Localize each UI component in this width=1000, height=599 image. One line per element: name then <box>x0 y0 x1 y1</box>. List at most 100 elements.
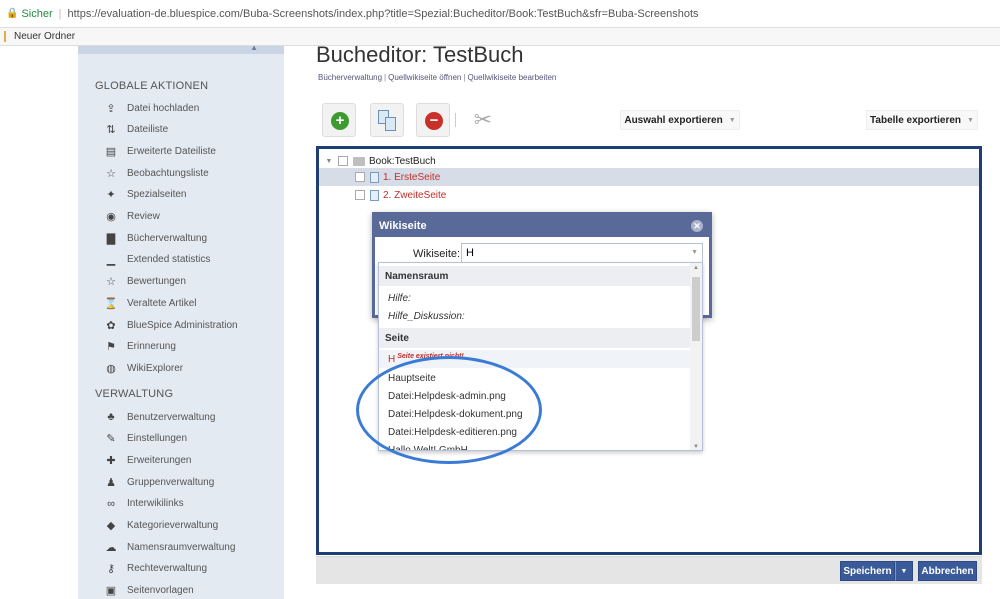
dialog-header: Wikiseite ✕ <box>375 215 709 237</box>
sidebar-item[interactable]: ☆ Beobachtungsliste <box>104 163 209 183</box>
cancel-button[interactable]: Abbrechen <box>918 561 977 581</box>
highlight-annotation <box>356 356 542 464</box>
export-selection-button[interactable]: Auswahl exportieren ▼ <box>620 110 740 130</box>
sidebar-item[interactable]: ⚷ Rechteverwaltung <box>104 559 207 579</box>
add-button[interactable]: + <box>322 103 356 137</box>
sidebar-item-label: Review <box>127 211 160 222</box>
gear-icon: ✿ <box>106 319 116 332</box>
tree-label-book: Book:TestBuch <box>369 155 436 167</box>
tree-row-chapter[interactable]: 1. ErsteSeite <box>319 168 979 186</box>
scroll-down-icon[interactable]: ▼ <box>693 444 699 450</box>
remove-button[interactable]: − <box>416 103 450 137</box>
list-icon: ▤ <box>105 145 117 158</box>
link-icon: ∞ <box>107 497 115 510</box>
dialog-title: Wikiseite <box>379 220 427 232</box>
sidebar-item[interactable]: ▤ Erweiterte Dateiliste <box>104 141 216 161</box>
sidebar-item[interactable]: ⚑ Erinnerung <box>104 337 176 357</box>
sidebar-item[interactable]: ⌛ Veraltete Artikel <box>104 293 196 313</box>
expand-icon[interactable]: ▼ <box>323 158 335 165</box>
sidebar-item-label: Benutzerverwaltung <box>127 411 216 423</box>
sidebar-item-label: WikiExplorer <box>127 362 184 374</box>
folder-icon <box>4 31 6 42</box>
sidebar-item[interactable]: ▣ Seitenvorlagen <box>104 581 194 599</box>
dropdown-item-namespace[interactable]: Hilfe: <box>379 289 692 307</box>
sidebar-item[interactable]: ◍ WikiExplorer <box>104 358 183 378</box>
sidebar-item[interactable]: ◉ Review <box>104 207 160 227</box>
flag-icon: ⚑ <box>106 341 116 354</box>
sidebar-item[interactable]: ⇅ Dateiliste <box>104 120 168 140</box>
sort-icon: ⇅ <box>106 124 116 137</box>
separator: | <box>58 7 62 20</box>
sidebar-item-label: Bücherverwaltung <box>127 232 208 244</box>
sidebar-item-label: Erweiterte Dateiliste <box>127 145 216 157</box>
dropdown-group-page: Seite <box>379 328 692 348</box>
save-options-button[interactable]: ▼ <box>895 561 913 581</box>
sidebar-item[interactable]: ✚ Erweiterungen <box>104 450 191 470</box>
sidebar: ▲ GLOBALE AKTIONEN ⇪ Datei hochladen ⇅ Date… <box>78 46 284 599</box>
sidebar-section-admin: VERWALTUNG <box>95 388 174 400</box>
subnav-open-source[interactable]: Quellwikiseite öffnen <box>388 73 461 82</box>
sidebar-scrollbar[interactable]: ▲ <box>78 46 284 54</box>
sidebar-item-label: Namensraumverwaltung <box>127 541 236 553</box>
subnav-buecherverwaltung[interactable]: Bücherverwaltung <box>318 73 382 82</box>
close-icon[interactable]: ✕ <box>691 220 703 232</box>
sidebar-item[interactable]: ✿ BlueSpice Administration <box>104 315 238 335</box>
tree-label-chapter: 2. ZweiteSeite <box>383 189 447 201</box>
sidebar-item[interactable]: ⇪ Datei hochladen <box>104 98 199 118</box>
special-icon: ✦ <box>106 189 116 202</box>
export-table-label: Tabelle exportieren <box>870 114 962 126</box>
cloud-icon: ☁ <box>105 541 117 554</box>
sidebar-item[interactable]: ♣ Benutzerverwaltung <box>104 407 215 427</box>
plus-icon: + <box>331 112 349 130</box>
scrollbar-thumb[interactable] <box>692 277 700 341</box>
sidebar-item[interactable]: ✎ Einstellungen <box>104 429 187 449</box>
sidebar-item[interactable]: ▇ Bücherverwaltung <box>104 228 207 248</box>
sidebar-item-label: BlueSpice Administration <box>127 319 238 331</box>
scroll-up-icon[interactable]: ▲ <box>693 265 699 271</box>
missing-page-title: H <box>388 353 396 365</box>
export-table-button[interactable]: Tabelle exportieren ▼ <box>866 110 978 130</box>
sidebar-item-label: Interwikilinks <box>127 498 184 510</box>
key-icon: ⚷ <box>106 563 116 576</box>
users-icon: ♣ <box>107 411 115 423</box>
subnav-separator: | <box>384 73 387 82</box>
template-icon: ▣ <box>105 585 117 598</box>
sidebar-item[interactable]: ☆ Bewertungen <box>104 272 186 292</box>
sidebar-item-label: Bewertungen <box>127 276 186 288</box>
sidebar-item-label: Erweiterungen <box>127 454 192 466</box>
sidebar-item[interactable]: ∞ Interwikilinks <box>104 494 184 514</box>
page-title: Bucheditor: TestBuch <box>316 42 524 67</box>
checkbox[interactable] <box>355 172 365 182</box>
sidebar-item[interactable]: ♟ Gruppenverwaltung <box>104 472 214 492</box>
upload-icon: ⇪ <box>106 102 116 115</box>
sidebar-item[interactable]: ☁ Namensraumverwaltung <box>104 537 236 557</box>
book-icon: ▇ <box>106 232 116 245</box>
tree-row-chapter[interactable]: 2. ZweiteSeite <box>319 186 979 204</box>
tools-button[interactable]: ✂ <box>466 103 500 137</box>
save-button[interactable]: Speichern <box>840 561 895 581</box>
puzzle-icon: ✚ <box>106 454 116 467</box>
chevron-down-icon[interactable]: ▼ <box>691 244 698 262</box>
dropdown-item-namespace[interactable]: Hilfe_Diskussion: <box>379 307 692 325</box>
address-bar[interactable]: 🔒 Sicher | https://evaluation-de.bluespi… <box>0 0 1000 28</box>
minus-icon: − <box>425 112 443 130</box>
bookmark-folder[interactable]: Neuer Ordner <box>14 31 75 42</box>
breadcrumb: Bücherverwaltung | Quellwikiseite öffnen | Q… <box>318 73 556 82</box>
url-text[interactable]: https://evaluation-de.bluespice.com/Buba… <box>68 8 699 20</box>
sidebar-item[interactable]: ✦ Spezialseiten <box>104 185 186 205</box>
toolbar-divider <box>455 113 456 127</box>
sidebar-item[interactable]: ▁ Extended statistics <box>104 250 211 270</box>
secure-label: Sicher <box>21 7 53 20</box>
dropdown-scrollbar[interactable]: ▲ ▼ <box>690 263 702 450</box>
checkbox[interactable] <box>355 190 365 200</box>
sidebar-item[interactable]: ◆ Kategorieverwaltung <box>104 516 218 536</box>
scroll-up-icon[interactable]: ▲ <box>250 46 258 52</box>
copy-button[interactable] <box>370 103 404 137</box>
copy-icon-back <box>385 117 396 131</box>
wikiseite-combobox[interactable]: H ▼ <box>461 243 703 263</box>
sidebar-item-label: Einstellungen <box>127 433 188 445</box>
sidebar-item-label: Seitenvorlagen <box>127 585 194 597</box>
lock-icon: 🔒 <box>6 8 19 19</box>
subnav-edit-source[interactable]: Quellwikiseite bearbeiten <box>467 73 556 82</box>
checkbox[interactable] <box>338 156 348 166</box>
